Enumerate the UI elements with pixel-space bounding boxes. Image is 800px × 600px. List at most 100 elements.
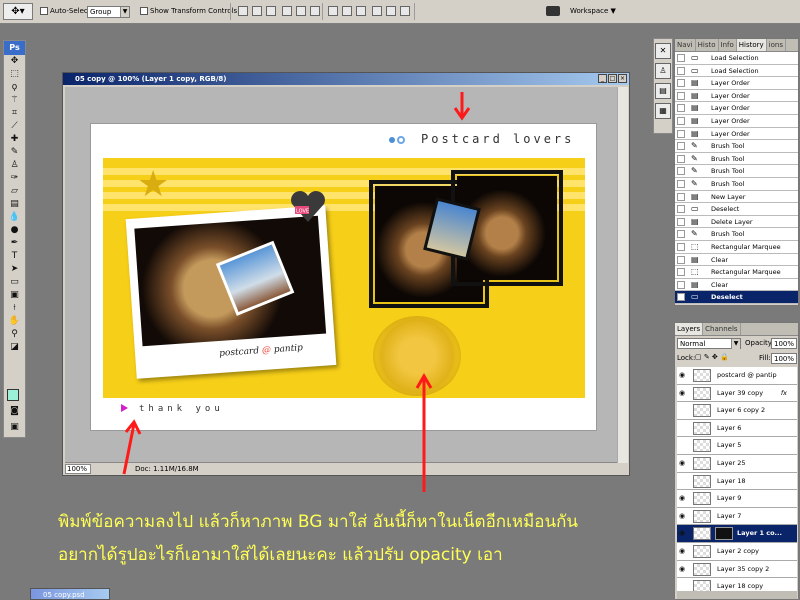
snapshot-checkbox[interactable]	[677, 255, 685, 264]
history-step[interactable]: ✎ Brush Tool	[675, 177, 798, 191]
move-tool-icon[interactable]: ✥	[4, 55, 25, 68]
layer-row[interactable]: Layer 6 copy 2	[677, 402, 797, 420]
history-step[interactable]: ▤ Layer Order	[675, 102, 798, 115]
slice-tool-icon[interactable]: ⟋	[4, 120, 25, 133]
close-icon[interactable]: ×	[618, 74, 627, 83]
shape-tool-icon[interactable]: ▭	[4, 276, 25, 289]
history-step[interactable]: ⬚ Rectangular Marquee	[675, 240, 798, 254]
snapshot-checkbox[interactable]	[677, 154, 685, 163]
magic-wand-tool-icon[interactable]: ⚚	[4, 94, 25, 107]
layer-row[interactable]: ◉ Layer 2 copy	[677, 542, 797, 561]
eye-visibility-icon[interactable]	[679, 477, 689, 485]
eye-visibility-icon[interactable]: ◉	[679, 547, 689, 555]
tool-preset-picker[interactable]: ✥▾	[3, 3, 33, 20]
align-middle-icon[interactable]	[252, 6, 262, 16]
eye-visibility-icon[interactable]: ◉	[679, 371, 689, 379]
marquee-tool-icon[interactable]: ⬚	[4, 68, 25, 81]
history-step[interactable]: ▤ New Layer	[675, 190, 798, 204]
layer-row[interactable]: ◉ Layer 7	[677, 507, 797, 526]
minimized-document[interactable]: 05 copy.psd	[30, 588, 110, 600]
history-step[interactable]: ▤ Clear	[675, 253, 798, 267]
eraser-tool-icon[interactable]: ▱	[4, 185, 25, 198]
doc-info[interactable]: Doc: 1.11M/16.8M	[135, 464, 199, 474]
align-left-icon[interactable]	[282, 6, 292, 16]
layer-row[interactable]: ◉ Layer 9	[677, 490, 797, 508]
history-step[interactable]: ▤ Layer Order	[675, 89, 798, 103]
snapshot-checkbox[interactable]	[677, 142, 685, 151]
layer-row[interactable]: Layer 5	[677, 437, 797, 455]
history-step[interactable]: ✎ Brush Tool	[675, 228, 798, 241]
zoom-tool-icon[interactable]: ⚲	[4, 328, 25, 341]
history-step[interactable]: ✎ Brush Tool	[675, 152, 798, 166]
crop-tool-icon[interactable]: ⌗	[4, 107, 25, 120]
align-center-icon[interactable]	[296, 6, 306, 16]
eye-visibility-icon[interactable]: ◉	[679, 389, 689, 397]
minimize-icon[interactable]: _	[598, 74, 607, 83]
layers-tab[interactable]: Layers	[675, 323, 704, 335]
maximize-icon[interactable]: □	[608, 74, 617, 83]
workspace-button[interactable]: Workspace ▼	[544, 3, 620, 20]
auto-select-checkbox[interactable]	[40, 7, 48, 15]
align-right-icon[interactable]	[310, 6, 320, 16]
quick-mask-icon[interactable]: ◙	[4, 405, 25, 418]
vertical-scrollbar[interactable]	[617, 87, 628, 463]
snapshot-checkbox[interactable]	[677, 268, 685, 277]
eye-visibility-icon[interactable]	[679, 406, 689, 414]
history-step[interactable]: ▭ Deselect	[675, 291, 798, 304]
snapshot-checkbox[interactable]	[677, 293, 685, 302]
snapshot-checkbox[interactable]	[677, 230, 685, 239]
opacity-field[interactable]: 100%	[771, 338, 797, 349]
eye-visibility-icon[interactable]	[679, 424, 689, 432]
stamp-panel-icon[interactable]: ♙	[655, 63, 671, 79]
layer-row[interactable]: ◉ Layer 25	[677, 454, 797, 473]
eye-visibility-icon[interactable]	[679, 582, 689, 590]
layer-row[interactable]: ◉ Layer 1 co...	[677, 525, 797, 543]
lock-icons[interactable]: ▢ ✎ ✥ 🔒	[695, 353, 729, 361]
snapshot-checkbox[interactable]	[677, 242, 685, 251]
eye-visibility-icon[interactable]: ◉	[679, 494, 689, 502]
layer-row[interactable]: Layer 18	[677, 472, 797, 491]
history-step[interactable]: ▤ Layer Order	[675, 114, 798, 128]
history-brush-tool-icon[interactable]: ✑	[4, 172, 25, 185]
snapshot-checkbox[interactable]	[677, 104, 685, 113]
snapshot-checkbox[interactable]	[677, 192, 685, 201]
layer-row[interactable]: Layer 6	[677, 419, 797, 438]
snapshot-checkbox[interactable]	[677, 54, 685, 62]
layer-row[interactable]: ◉ postcard @ pantip	[677, 367, 797, 385]
foreground-color-swatch[interactable]	[7, 389, 19, 401]
distribute-top-icon[interactable]	[328, 6, 338, 16]
align-top-icon[interactable]	[238, 6, 248, 16]
history-step[interactable]: ✎ Brush Tool	[675, 165, 798, 178]
screen-mode-icon[interactable]: ▣	[4, 421, 25, 434]
pen-tool-icon[interactable]: ✒	[4, 237, 25, 250]
lasso-tool-icon[interactable]: ϙ	[4, 81, 25, 94]
distribute-bottom-icon[interactable]	[356, 6, 366, 16]
history-step[interactable]: ▤ Layer Order	[675, 127, 798, 141]
snapshot-checkbox[interactable]	[677, 129, 685, 138]
eye-visibility-icon[interactable]: ◉	[679, 512, 689, 520]
layers-tab[interactable]: Channels	[703, 323, 741, 335]
snapshot-checkbox[interactable]	[677, 167, 685, 176]
align-bottom-icon[interactable]	[266, 6, 276, 16]
history-tab[interactable]: ions	[767, 39, 786, 51]
auto-select-dropdown[interactable]: Group ▼	[87, 6, 130, 18]
paths-panel-icon[interactable]: ▤	[655, 83, 671, 99]
blend-mode-dropdown[interactable]: Normal ▼	[677, 338, 741, 349]
dodge-tool-icon[interactable]: ●	[4, 224, 25, 237]
tools-panel-icon[interactable]: ✕	[655, 43, 671, 59]
snapshot-checkbox[interactable]	[677, 280, 685, 289]
history-tab[interactable]: Histo	[696, 39, 719, 51]
distribute-middle-icon[interactable]	[342, 6, 352, 16]
history-step[interactable]: ▭ Load Selection	[675, 52, 798, 65]
layer-row[interactable]: ◉ Layer 39 copy fx	[677, 384, 797, 403]
history-step[interactable]: ▭ Load Selection	[675, 64, 798, 78]
history-step[interactable]: ▤ Layer Order	[675, 77, 798, 90]
distribute-right-icon[interactable]	[400, 6, 410, 16]
snapshot-checkbox[interactable]	[677, 91, 685, 100]
history-step[interactable]: ✎ Brush Tool	[675, 140, 798, 153]
history-step[interactable]: ▭ Deselect	[675, 203, 798, 216]
notes-panel-icon[interactable]: ▦	[655, 103, 671, 119]
healing-brush-tool-icon[interactable]: ✚	[4, 133, 25, 146]
distribute-left-icon[interactable]	[372, 6, 382, 16]
eye-visibility-icon[interactable]: ◉	[679, 529, 689, 537]
